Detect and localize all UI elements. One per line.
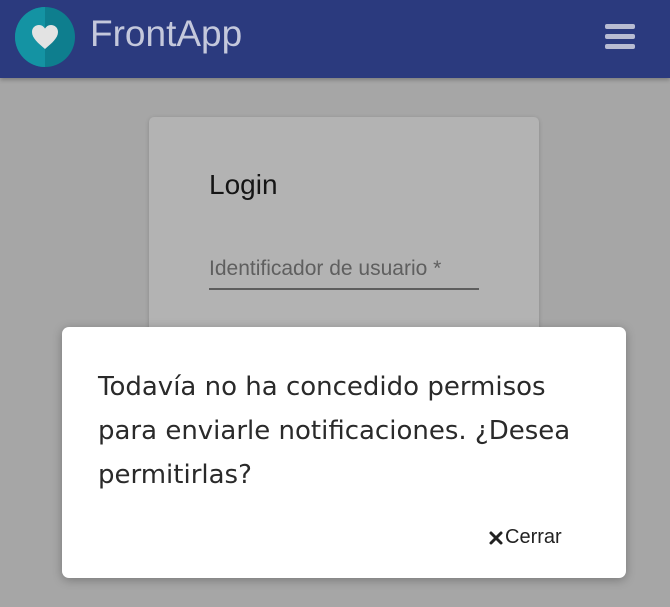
login-card: Login xyxy=(149,117,539,357)
username-input[interactable] xyxy=(209,250,479,290)
menu-bar xyxy=(605,34,635,39)
app-logo[interactable] xyxy=(15,7,75,67)
hamburger-menu-icon[interactable] xyxy=(602,20,640,54)
notification-permission-dialog: Todavía no ha concedido permisos para en… xyxy=(62,327,626,578)
app-brand-name[interactable]: FrontApp xyxy=(90,12,242,56)
login-title: Login xyxy=(209,169,278,200)
close-button[interactable]: Cerrar xyxy=(488,526,562,549)
dialog-message: Todavía no ha concedido permisos para en… xyxy=(98,372,571,490)
top-navbar: FrontApp xyxy=(0,0,670,78)
close-button-label: Cerrar xyxy=(505,526,562,548)
heart-icon xyxy=(32,25,58,49)
menu-bar xyxy=(605,44,635,49)
menu-bar xyxy=(605,24,635,29)
close-x-icon xyxy=(489,531,503,544)
